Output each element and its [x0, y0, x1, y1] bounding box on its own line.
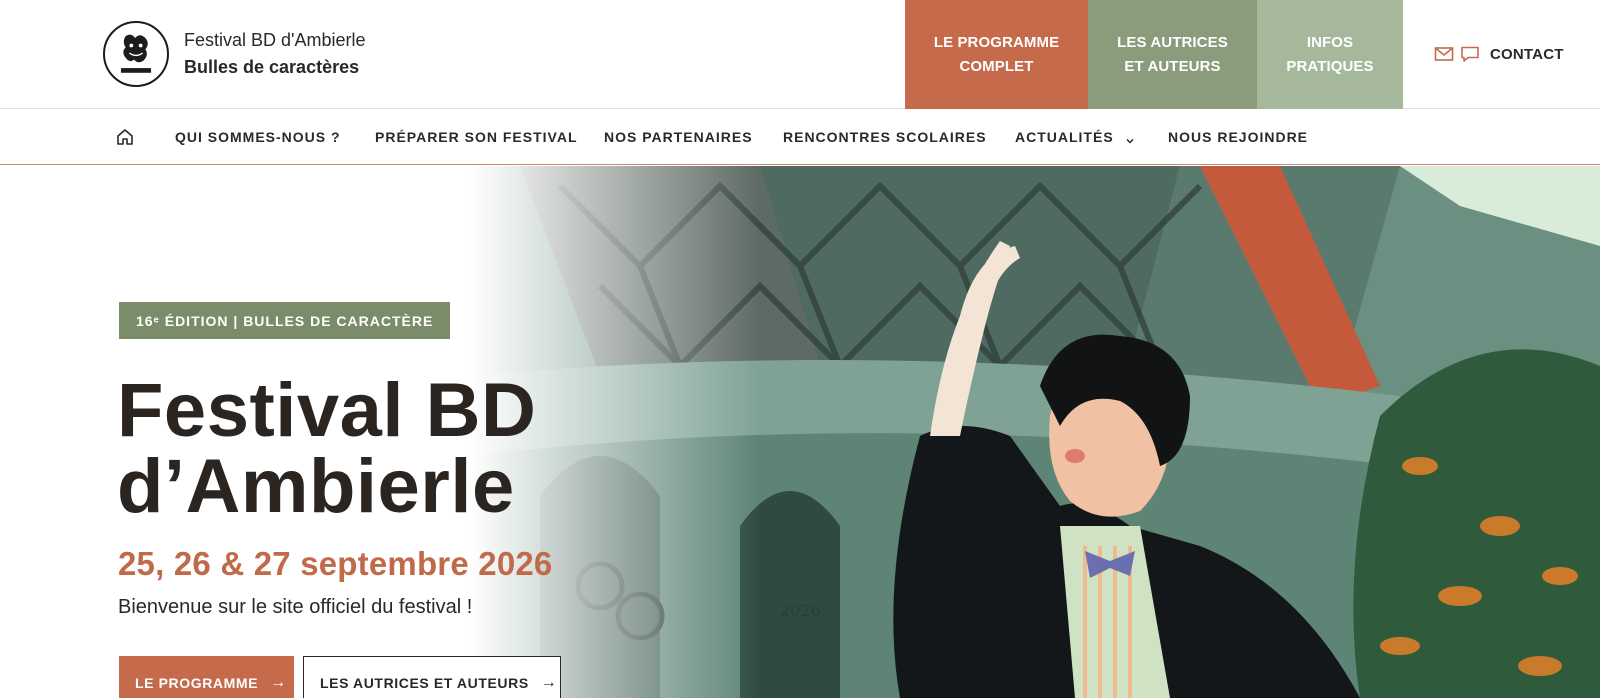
contact-link[interactable]: CONTACT — [1434, 40, 1564, 68]
header-tile-authors[interactable]: LES AUTRICES ET AUTEURS — [1088, 0, 1257, 109]
nav-item-rencontres-scolaires[interactable]: RENCONTRES SCOLAIRES — [783, 129, 987, 145]
authors-button[interactable]: LES AUTRICES ET AUTEURS → — [303, 656, 561, 698]
hero-title: Festival BD d’Ambierle — [117, 373, 536, 525]
hero-title-line1: Festival BD — [117, 368, 537, 453]
hero-section: 2026 16ᵉ ÉDITION | BULLES DE CARACTÈRE F… — [0, 166, 1600, 698]
chat-icon — [1460, 45, 1480, 63]
header-tile-programme-line2: COMPLET — [959, 57, 1034, 75]
brand-name: Festival BD d'Ambierle — [184, 30, 366, 50]
festival-dates: 25, 26 & 27 septembre 2026 — [118, 545, 553, 582]
programme-button-label: LE PROGRAMME — [135, 675, 259, 691]
header-tile-authors-line1: LES AUTRICES — [1117, 33, 1228, 51]
nav-item-actualites-label: ACTUALITÉS — [1015, 129, 1114, 145]
brand-block[interactable]: Festival BD d'Ambierle Bulles de caractè… — [184, 29, 366, 78]
site-header: Festival BD d'Ambierle Bulles de caractè… — [0, 0, 1600, 109]
nav-item-nous-rejoindre[interactable]: NOUS REJOINDRE — [1168, 129, 1308, 145]
hero-title-line2: d’Ambierle — [117, 444, 515, 529]
arrow-right-icon: → — [270, 674, 287, 691]
mail-icon — [1434, 45, 1454, 63]
header-tile-programme-line1: LE PROGRAMME — [933, 33, 1060, 51]
programme-button[interactable]: LE PROGRAMME → — [119, 656, 294, 698]
nav-item-preparer-son-festival[interactable]: PRÉPARER SON FESTIVAL — [375, 129, 578, 145]
arrow-right-icon: → — [540, 674, 558, 691]
header-tile-programme[interactable]: LE PROGRAMME COMPLET — [905, 0, 1088, 109]
contact-label: CONTACT — [1490, 45, 1564, 63]
brand-tagline: Bulles de caractères — [184, 57, 360, 77]
nav-item-nos-partenaires[interactable]: NOS PARTENAIRES — [604, 129, 753, 145]
home-icon[interactable] — [115, 127, 135, 147]
festival-logo-icon[interactable] — [103, 21, 169, 87]
header-tile-authors-line2: ET AUTEURS — [1124, 57, 1221, 75]
header-tile-infos-line1: INFOS — [1306, 33, 1354, 51]
edition-badge: 16ᵉ ÉDITION | BULLES DE CARACTÈRE — [119, 302, 451, 339]
nav-item-qui-sommes-nous[interactable]: QUI SOMMES-NOUS ? — [175, 129, 341, 145]
header-tile-infos-line2: PRATIQUES — [1286, 57, 1374, 75]
header-tile-infos[interactable]: INFOS PRATIQUES — [1257, 0, 1403, 109]
authors-button-label: LES AUTRICES ET AUTEURS — [320, 675, 529, 691]
chevron-down-icon — [1125, 133, 1135, 144]
nav-item-actualites[interactable]: ACTUALITÉS — [1015, 129, 1135, 145]
welcome-text: Bienvenue sur le site officiel du festiv… — [118, 596, 473, 618]
main-nav: QUI SOMMES-NOUS ? PRÉPARER SON FESTIVAL … — [0, 109, 1600, 165]
